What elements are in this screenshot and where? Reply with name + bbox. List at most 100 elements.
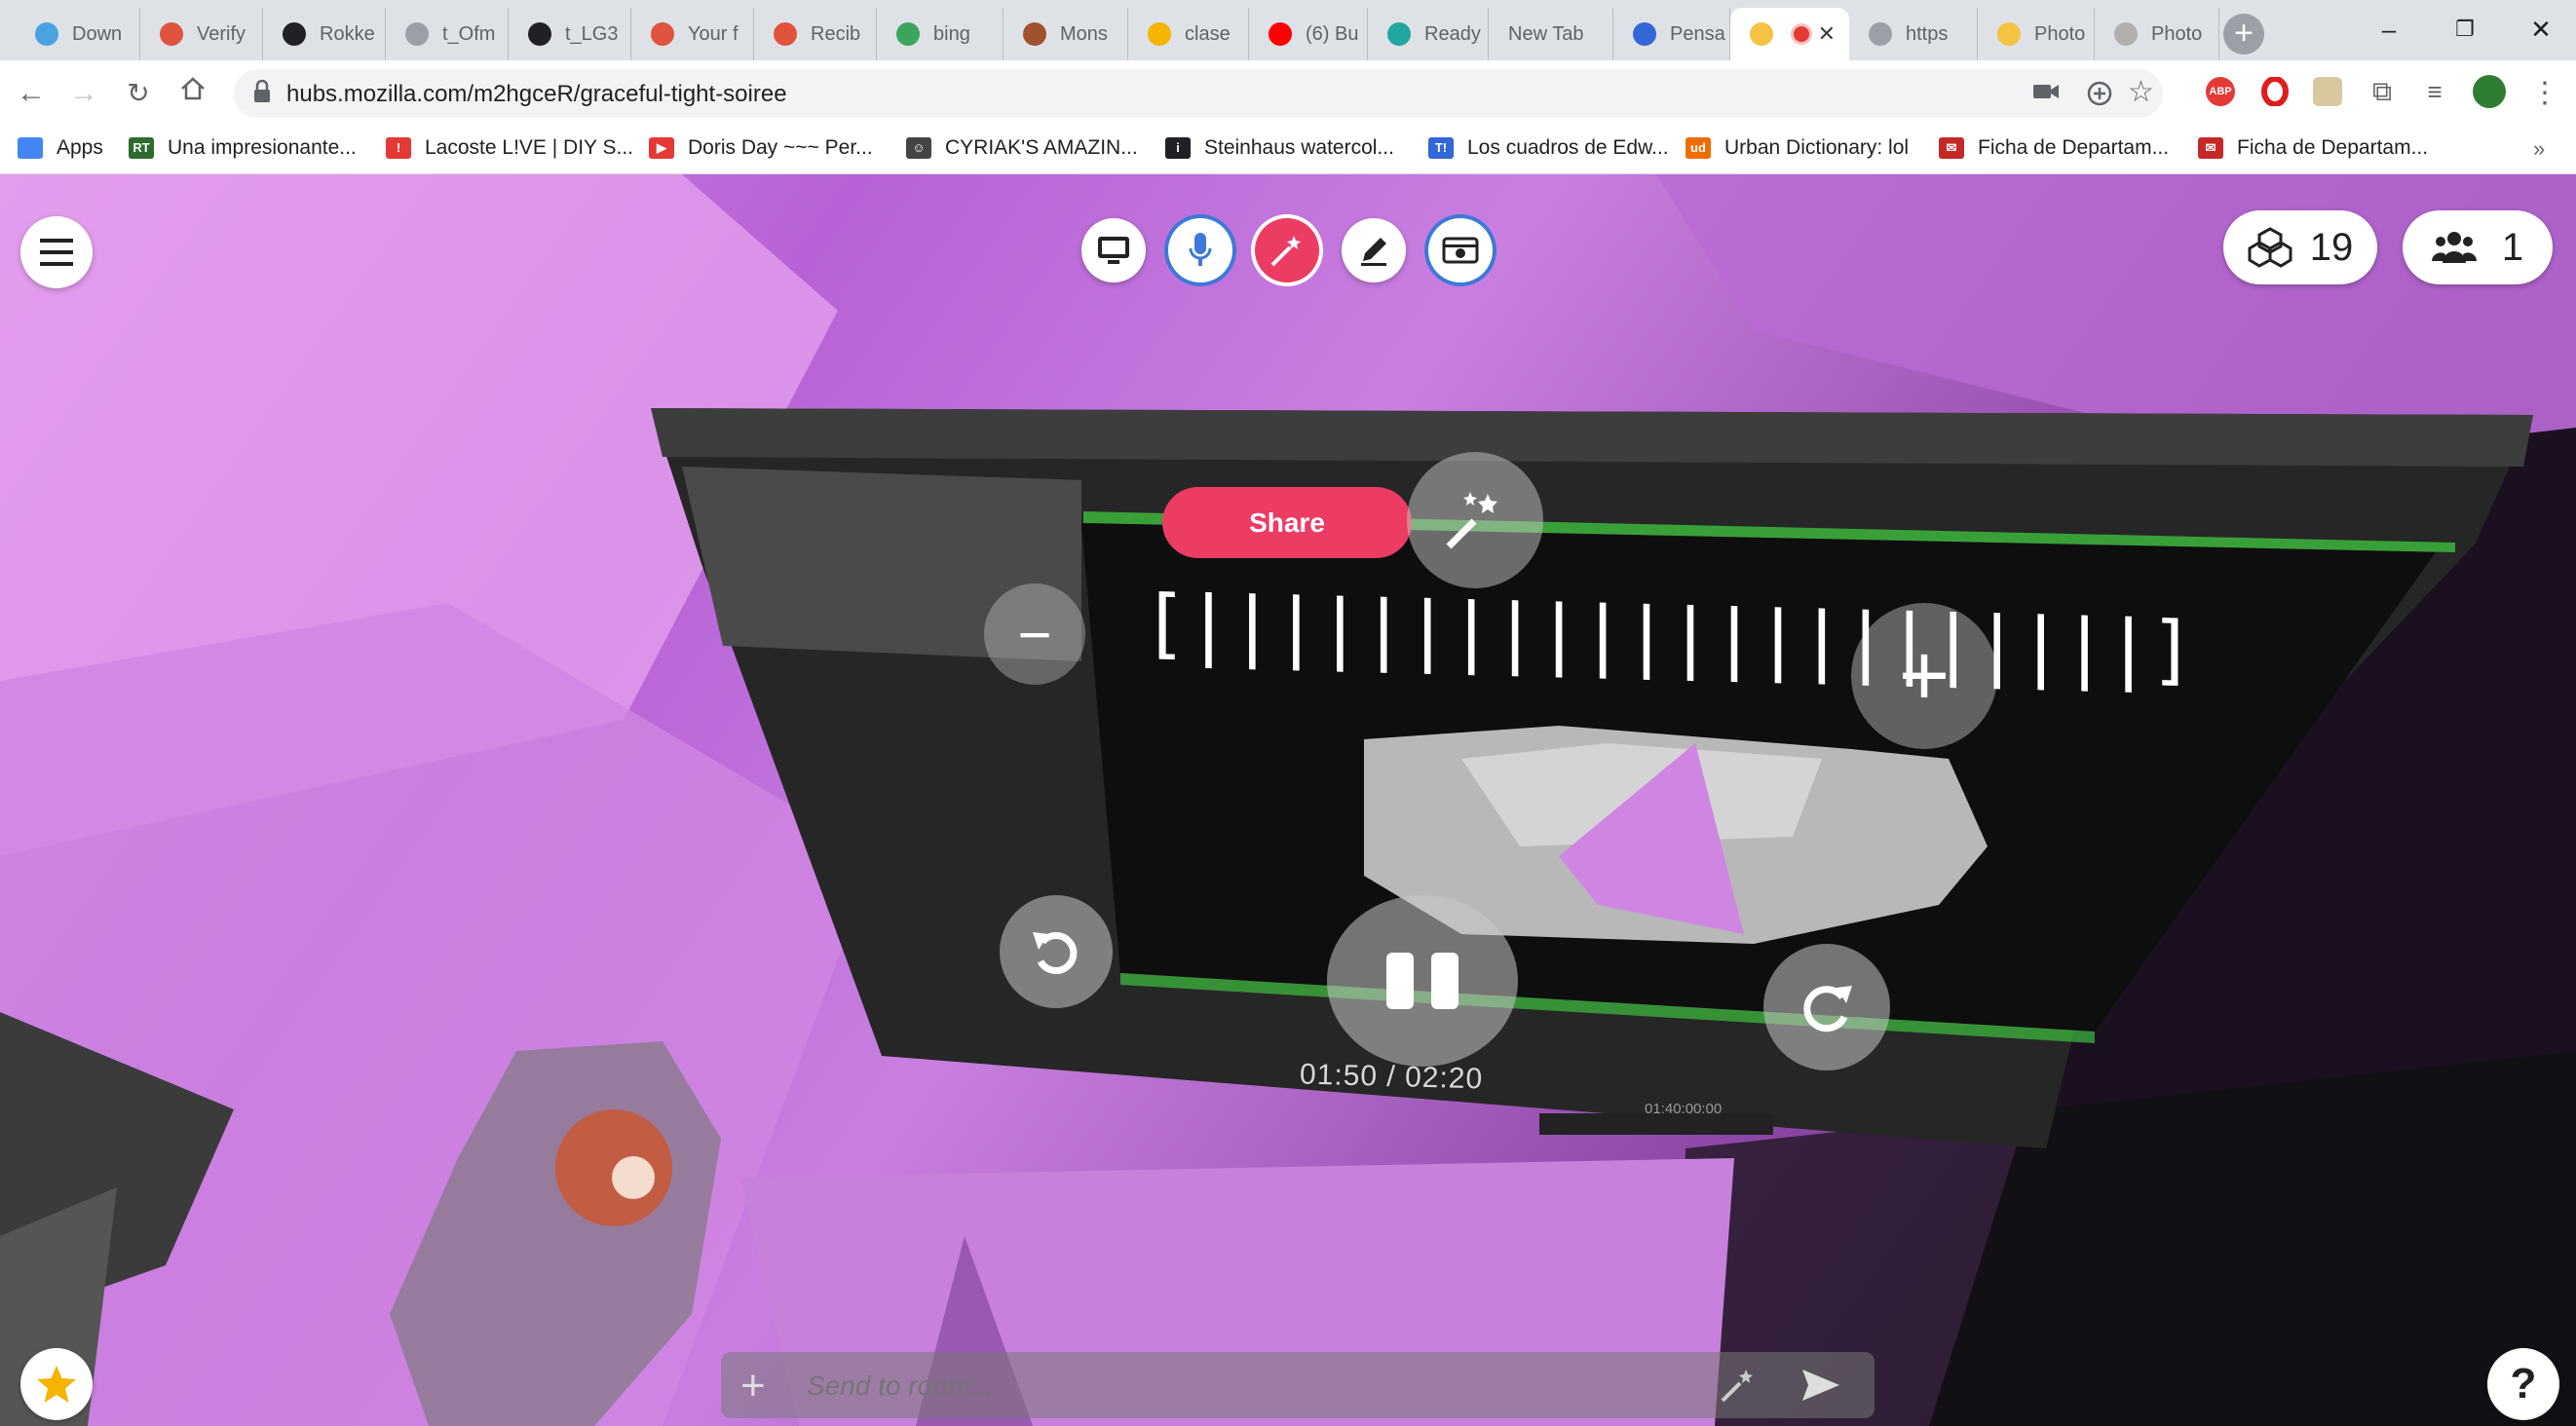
bookmark-item[interactable]: ✉ Ficha de Departam...	[1939, 136, 2169, 160]
more-bookmarks-icon[interactable]: »	[2533, 136, 2545, 162]
adblock-icon[interactable]: ABP	[2206, 77, 2235, 106]
browser-tab[interactable]: Down	[16, 8, 140, 60]
back-icon[interactable]: ←	[12, 74, 51, 113]
browser-tab[interactable]: Mons	[1004, 8, 1128, 60]
browser-tab[interactable]: Recib	[754, 8, 877, 60]
media-magic-button[interactable]	[1407, 452, 1543, 588]
bookmark-item[interactable]: ud Urban Dictionary: lol	[1686, 136, 1909, 160]
screen-share-button[interactable]	[1081, 218, 1146, 282]
chat-input[interactable]	[805, 1362, 1666, 1410]
home-icon[interactable]	[173, 74, 212, 113]
image-extension-icon[interactable]	[2313, 77, 2342, 106]
bookmark-item[interactable]: ☺ CYRIAK'S AMAZIN...	[906, 136, 1138, 160]
tab-favicon-icon	[896, 22, 920, 46]
chat-bar: +	[721, 1352, 1875, 1418]
send-icon[interactable]	[1800, 1366, 1841, 1409]
bookmarks-bar: Apps RT Una impresionante... ! Lacoste L!VE …	[0, 125, 2576, 174]
tab-title: bing	[933, 22, 970, 45]
browser-tab[interactable]: clase	[1128, 8, 1249, 60]
pen-icon	[1361, 238, 1386, 266]
bookmark-item[interactable]: ✉ Ficha de Departam...	[2198, 136, 2428, 160]
address-bar[interactable]: hubs.mozilla.com/m2hgceR/graceful-tight-…	[234, 69, 2163, 118]
reading-list-icon[interactable]: ≡	[2420, 77, 2449, 106]
tab-title: Photo	[2034, 22, 2086, 45]
bookmark-item[interactable]: RT Una impresionante...	[129, 136, 357, 160]
browser-tab[interactable]: t_Ofm	[386, 8, 509, 60]
camera-icon	[1442, 237, 1479, 264]
bookmark-favicon-icon	[18, 137, 43, 159]
new-tab-button[interactable]: +	[2223, 14, 2264, 55]
main-menu-button[interactable]	[20, 216, 93, 288]
media-time: 01:50 / 02:20	[1299, 1058, 1484, 1096]
opera-icon[interactable]	[2260, 76, 2290, 107]
bookmark-star-icon[interactable]: ☆	[2128, 75, 2154, 109]
bookmark-favicon-icon: ☺	[906, 137, 931, 159]
bookmark-label: Ficha de Departam...	[2237, 136, 2429, 159]
browser-tab[interactable]: Your f	[631, 8, 754, 60]
browser-tab[interactable]: t_LG3	[509, 8, 631, 60]
browser-tab[interactable]: New Tab	[1489, 8, 1613, 60]
help-button[interactable]: ?	[2487, 1348, 2559, 1420]
bookmark-favicon-icon: !	[386, 137, 411, 159]
browser-tab[interactable]: (6) Bu	[1249, 8, 1368, 60]
hubs-scene-viewport[interactable]: Share 19 1 − + [||||||||||||||||||||||] …	[0, 174, 2576, 1426]
browser-tab[interactable]: Verify	[140, 8, 263, 60]
bookmark-item[interactable]: ! Lacoste L!VE | DIY S...	[386, 136, 633, 160]
browser-tab[interactable]: Ready	[1368, 8, 1489, 60]
tab-title: t_LG3	[565, 22, 619, 45]
minimize-button[interactable]: –	[2360, 10, 2418, 49]
bookmark-item[interactable]: ▶ Doris Day ~~~ Per...	[649, 136, 873, 160]
add-icon[interactable]	[2087, 81, 2112, 113]
extensions-puzzle-icon[interactable]: ⧉	[2368, 77, 2397, 106]
tab-favicon-icon	[2114, 22, 2138, 46]
camera-permission-icon[interactable]	[2032, 81, 2060, 109]
profile-avatar[interactable]	[2473, 75, 2506, 108]
objects-count-button[interactable]: 19	[2223, 210, 2377, 284]
browser-tab[interactable]: ✕	[1730, 8, 1849, 60]
zoom-out-button[interactable]: −	[984, 583, 1085, 685]
seek-back-button[interactable]	[1000, 895, 1113, 1008]
bookmark-favicon-icon: ✉	[2198, 137, 2223, 159]
pause-button[interactable]	[1327, 895, 1518, 1067]
tab-title: Recib	[811, 22, 861, 45]
restore-button[interactable]: ❐	[2436, 10, 2494, 49]
menu-dots-icon[interactable]: ⋮	[2525, 74, 2564, 113]
people-count: 1	[2501, 225, 2524, 269]
tab-strip: Down Verify Rokke t_Ofm t_LG3 Your f Recib bing…	[0, 0, 2576, 60]
close-window-button[interactable]: ✕	[2512, 10, 2570, 49]
chat-magic-icon[interactable]	[1719, 1366, 1758, 1409]
add-media-icon[interactable]: +	[740, 1362, 766, 1410]
bookmark-label: Doris Day ~~~ Per...	[688, 136, 873, 159]
browser-tab[interactable]: Photo	[2095, 8, 2219, 60]
screen-share-icon	[1098, 237, 1129, 264]
tab-title: https	[1906, 22, 1949, 45]
magic-wand-icon	[1270, 236, 1301, 267]
reload-icon[interactable]: ↻	[119, 74, 158, 113]
seek-forward-button[interactable]	[1763, 944, 1890, 1070]
tab-title: Pensa	[1670, 22, 1725, 45]
camera-button[interactable]	[1428, 218, 1493, 282]
pause-icon	[1386, 953, 1458, 1009]
bookmark-item[interactable]: Apps	[18, 136, 103, 160]
tab-title: Ready	[1424, 22, 1481, 45]
share-button[interactable]: Share	[1162, 487, 1412, 558]
tab-title: (6) Bu	[1306, 22, 1359, 45]
pen-button[interactable]	[1342, 218, 1406, 282]
bookmark-item[interactable]: T! Los cuadros de Edw...	[1428, 136, 1669, 160]
create-button[interactable]	[1255, 218, 1319, 282]
tab-favicon-icon	[35, 22, 58, 46]
bookmark-item[interactable]: i Steinhaus watercol...	[1165, 136, 1394, 160]
browser-tab[interactable]: Photo	[1978, 8, 2095, 60]
browser-tab[interactable]: bing	[877, 8, 1004, 60]
tab-favicon-icon	[651, 22, 674, 46]
microphone-button[interactable]	[1168, 218, 1232, 282]
browser-tab[interactable]: Rokke	[263, 8, 386, 60]
close-tab-icon[interactable]: ✕	[1818, 21, 1836, 47]
favorites-button[interactable]	[20, 1348, 93, 1420]
browser-tab[interactable]: Pensa	[1613, 8, 1730, 60]
tab-favicon-icon	[774, 22, 797, 46]
people-count-button[interactable]: 1	[2403, 210, 2553, 284]
forward-icon[interactable]: →	[64, 74, 103, 113]
url-text: hubs.mozilla.com/m2hgceR/graceful-tight-…	[286, 81, 787, 107]
browser-tab[interactable]: https	[1849, 8, 1978, 60]
